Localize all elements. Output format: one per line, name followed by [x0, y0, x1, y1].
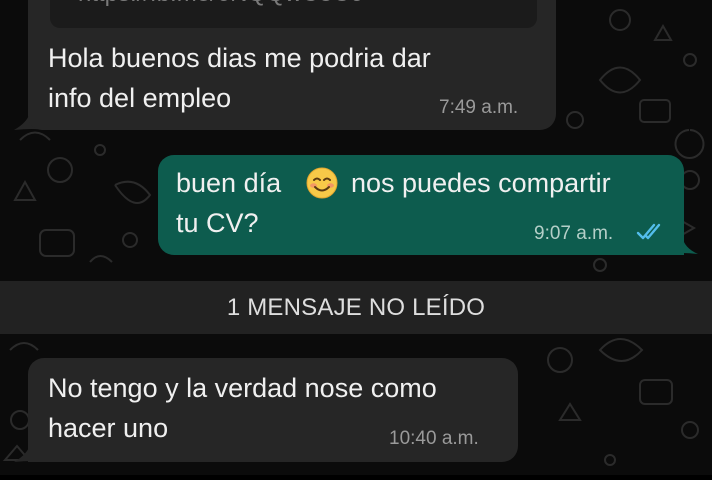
- unread-messages-banner: 1 MENSAJE NO LEÍDO: [0, 281, 712, 334]
- message-text-line: tu CV?: [176, 208, 259, 238]
- message-text-start: buen día: [176, 168, 282, 198]
- link-preview-url[interactable]: https://fb.me/6NQQwU5C0: [78, 0, 363, 8]
- message-text-end: nos puedes compartir: [351, 168, 611, 198]
- incoming-message-2[interactable]: No tengo y la verdad nose como hacer uno…: [28, 358, 518, 462]
- outgoing-message-1[interactable]: buen día nos puedes compartir tu CV? 9:0…: [158, 155, 684, 255]
- link-preview[interactable]: https://fb.me/6NQQwU5C0: [50, 0, 537, 28]
- message-timestamp: 7:49 a.m.: [439, 97, 519, 118]
- message-timestamp: 9:07 a.m.: [534, 223, 614, 244]
- message-text-line: No tengo y la verdad nose como: [48, 373, 437, 403]
- message-text-line: Hola buenos dias me podria dar: [48, 43, 431, 73]
- read-receipt-double-check-icon: [636, 223, 661, 240]
- incoming-message-1[interactable]: https://fb.me/6NQQwU5C0 Hola buenos dias…: [28, 0, 556, 130]
- message-timestamp: 10:40 a.m.: [389, 428, 479, 449]
- message-text-line: hacer uno: [48, 413, 169, 443]
- message-text-line: info del empleo: [48, 83, 232, 113]
- bottom-divider: [0, 475, 712, 480]
- unread-banner-label: 1 MENSAJE NO LEÍDO: [226, 294, 486, 321]
- smiling-face-emoji: [306, 167, 338, 199]
